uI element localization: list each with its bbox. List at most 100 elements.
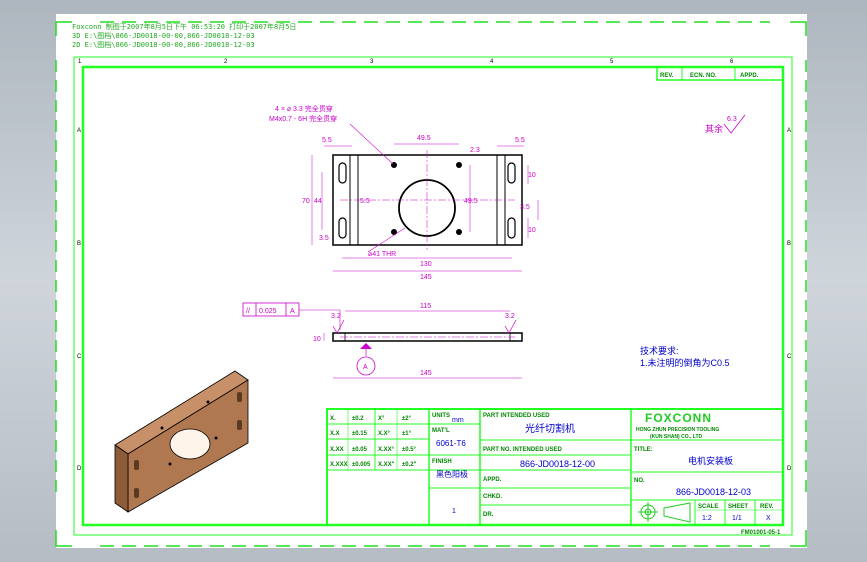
dim-slot-top: 10 (528, 172, 536, 179)
company-logo: FOXCONN (645, 411, 712, 425)
tol-r1-c4: ±2° (402, 416, 412, 422)
zone-side-b: B (77, 241, 81, 247)
zone-side-b-right: B (787, 241, 791, 247)
rev-value: X (766, 515, 771, 522)
tol-r2-c1: X.X (330, 431, 340, 437)
hole-callouts: 4 × ⌀ 3.3 完全贯穿 M4x0.7 - 6H 完全贯穿 ⌀41 THR (269, 104, 406, 258)
units-label: UNITS (432, 413, 450, 419)
used-on-value: 光纤切割机 (525, 422, 575, 435)
tol-r2-c3: X.X° (378, 431, 391, 437)
title-value: 电机安装板 (688, 455, 733, 466)
roughness-other-label: 其余 (705, 123, 723, 134)
sheet-value: 1/1 (732, 515, 742, 522)
datum-label: A (363, 364, 368, 371)
zone-side-a: A (77, 128, 81, 134)
ecn-header: ECN. NO. (690, 73, 717, 79)
dim-left-bottom: 3.5 (319, 235, 329, 242)
tolerance-value: 0.025 (259, 308, 277, 315)
roughness-value: 6.3 (727, 116, 737, 123)
zone-side-c-right: C (787, 354, 792, 360)
tol-r1-c1: X. (330, 416, 336, 422)
tol-r3-c1: X.XX (330, 447, 344, 453)
roughness-symbol: 其余 6.3 (705, 114, 746, 134)
slot-bottom-right (507, 217, 516, 239)
projection-symbol-icon (638, 502, 691, 523)
tolerance-frame: // 0.025 A (242, 302, 341, 330)
tol-r4-c3: X.XX" (378, 462, 395, 468)
title-label: TITLE: (634, 447, 653, 453)
drawing-no-value: 866-JD0018-12-03 (676, 487, 751, 497)
tol-r2-c2: ±0.15 (352, 431, 368, 437)
zone-side-c: C (77, 354, 82, 360)
zone-top-5: 5 (610, 59, 614, 65)
appd-header: APPD. (740, 73, 759, 79)
zone-side-d-right: D (787, 466, 792, 472)
zone-side-d: D (77, 466, 82, 472)
drawing-canvas: 1 2 3 4 5 6 A B C D A B C D REV. ECN. NO… (55, 21, 807, 547)
units-value: mm (452, 417, 464, 424)
scale-label: SCALE (698, 504, 718, 510)
callout-bore: ⌀41 THR (368, 251, 396, 258)
zone-side-a-right: A (787, 128, 791, 134)
dim-thickness: 10 (313, 336, 321, 343)
company-sub1: HONG ZHUN PRECISION TOOLING (636, 427, 719, 433)
slot-top-left (338, 162, 347, 184)
tolerance-symbol: // (246, 308, 250, 315)
used-on-label: PART INTENDED USED (483, 413, 550, 419)
tol-r1-c3: X° (378, 416, 385, 422)
tol-r4-c4: ±0.2" (402, 462, 417, 468)
dim-right-mid: 49.5 (464, 198, 478, 205)
scale-value: 1:2 (702, 515, 712, 522)
dim-side-top: 115 (420, 303, 431, 310)
dim-height-mid: 5.5 (360, 198, 370, 205)
dim-right-bottom: 3.5 (520, 204, 530, 211)
top-view-dimension-lines (311, 143, 539, 272)
tapped-hole-2 (456, 162, 462, 168)
company-sub2: (KUN SHAN) CO., LTD (650, 434, 703, 440)
sheet-label: SHEET (728, 504, 748, 510)
tol-r4-c1: X.XXX (330, 462, 348, 468)
dim-top-left: 5.5 (322, 137, 332, 144)
tol-r3-c4: ±0.5° (402, 447, 417, 453)
form-number: FM01001-05-1 (741, 530, 781, 536)
dim-top-right: 5.5 (515, 137, 525, 144)
zone-top-4: 4 (490, 59, 494, 65)
tol-r2-c4: ±1° (402, 431, 412, 437)
qty-value: 1 (452, 508, 456, 515)
dim-right-small: 2.3 (470, 147, 480, 154)
slot-bottom-left (338, 217, 347, 239)
revision-table: REV. ECN. NO. APPD. (656, 66, 784, 81)
dim-height-total: 70 (302, 198, 310, 205)
zone-top-2: 2 (224, 59, 228, 65)
tol-r3-c3: X.XX° (378, 447, 395, 453)
material-value: 6061-T6 (436, 439, 466, 448)
technical-notes: 技术要求: 1.未注明的倒角为C0.5 (640, 345, 730, 368)
dim-roughness-left: 3.2 (331, 313, 341, 320)
dim-width-total: 145 (420, 274, 432, 281)
dim-roughness-right: 3.2 (505, 313, 515, 320)
notes-item-1: 1.未注明的倒角为C0.5 (640, 357, 730, 368)
tol-r3-c2: ±0.05 (352, 447, 368, 453)
dim-height-inner: 44 (314, 198, 322, 205)
material-label: MAT'L (432, 428, 450, 434)
dim-top-mid: 49.5 (417, 135, 431, 142)
zone-top-1: 1 (78, 59, 82, 65)
dim-side-width: 145 (420, 370, 432, 377)
finish-value: 黑色阳极 (436, 469, 468, 479)
tolerance-datum: A (290, 308, 295, 315)
top-view-dimension-values: 5.5 49.5 5.5 2.3 70 44 5.5 3.5 49.5 10 1… (302, 135, 536, 281)
cad-viewport[interactable]: Foxconn 制图于2007年8月5日下午 06:53:20 打印于2007年… (0, 0, 867, 562)
slot-top-right (507, 162, 516, 184)
iso-bore (169, 428, 211, 460)
tol-r4-c2: ±0.005 (352, 462, 371, 468)
dr-label: DR. (483, 512, 494, 518)
datum-triangle (360, 343, 372, 349)
side-view: 3.2 3.2 115 145 10 A (313, 303, 523, 379)
part-no-label: PART NO. INTENDED USED (483, 447, 563, 453)
chkd-label: CHKD. (483, 494, 502, 500)
finish-label: FINISH (432, 459, 452, 465)
rev-label: REV. (760, 504, 774, 510)
zone-top-3: 3 (370, 59, 374, 65)
appd-label: APPD. (483, 477, 502, 483)
notes-title: 技术要求: (640, 345, 679, 356)
